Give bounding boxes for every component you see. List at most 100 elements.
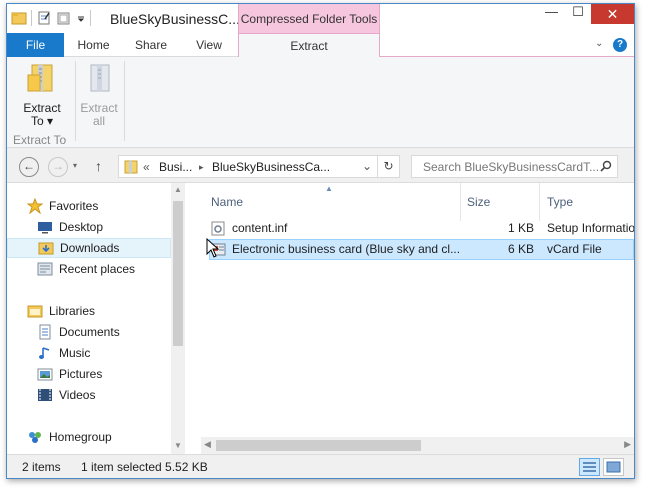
nav-label: Downloads: [60, 241, 120, 255]
file-row[interactable]: Electronic business card (Blue sky and c…: [209, 239, 634, 260]
context-tab-group-label: Compressed Folder Tools: [238, 4, 380, 34]
tab-share[interactable]: Share: [123, 33, 179, 57]
nav-label: Documents: [59, 325, 120, 339]
ribbon: Extract To ▾ Extract all Extract To: [7, 57, 634, 148]
recent-places-icon: [37, 262, 53, 276]
nav-videos[interactable]: Videos: [7, 385, 171, 405]
close-button[interactable]: ✕: [591, 4, 634, 24]
file-type: vCard File: [547, 242, 602, 256]
address-dropdown-icon[interactable]: ⌄: [362, 159, 372, 173]
setup-file-icon: [211, 221, 225, 236]
details-view-button[interactable]: [579, 458, 600, 476]
downloads-folder-icon: [38, 242, 54, 255]
file-list-scrollbar[interactable]: ◀ ▶: [201, 437, 634, 454]
column-header-type[interactable]: Type: [547, 183, 573, 221]
large-icons-view-button[interactable]: [603, 458, 624, 476]
search-icon: [600, 160, 612, 172]
ribbon-separator: [75, 61, 76, 141]
nav-desktop[interactable]: Desktop: [7, 217, 171, 237]
videos-icon: [38, 389, 52, 401]
navigation-pane-scrollbar[interactable]: ▲ ▼: [171, 183, 185, 455]
scrollbar-thumb[interactable]: [173, 201, 183, 346]
tab-home[interactable]: Home: [64, 33, 123, 57]
scroll-down-icon[interactable]: ▼: [174, 441, 182, 450]
toolbar-separator: [90, 10, 91, 26]
file-name: content.inf: [232, 221, 288, 235]
nav-label: Videos: [59, 388, 96, 402]
extract-all-label-2: all: [92, 114, 105, 128]
ribbon-group-label: Extract To: [13, 133, 67, 147]
extract-all-icon: [90, 64, 110, 92]
scrollbar-thumb[interactable]: [216, 440, 421, 451]
nav-label: Favorites: [49, 199, 99, 213]
nav-pictures[interactable]: Pictures: [7, 364, 171, 384]
status-bar: 2 items 1 item selected 5.52 KB: [7, 454, 634, 478]
selection-info: 1 item selected 5.52 KB: [81, 460, 208, 474]
file-size: 1 KB: [507, 221, 534, 235]
mouse-cursor-icon: [206, 238, 220, 258]
new-folder-icon[interactable]: [56, 10, 72, 26]
column-header-name[interactable]: Name: [211, 183, 243, 221]
recent-locations-icon[interactable]: ▾: [73, 161, 77, 170]
pictures-icon: [37, 368, 53, 381]
column-header-size[interactable]: Size: [467, 183, 490, 221]
scroll-up-icon[interactable]: ▲: [174, 185, 182, 194]
maximize-button[interactable]: ☐: [565, 4, 591, 24]
back-button[interactable]: ←: [19, 157, 39, 177]
nav-label: Music: [59, 346, 91, 360]
properties-icon[interactable]: [36, 10, 52, 26]
nav-downloads[interactable]: Downloads: [7, 238, 171, 258]
breadcrumb-item[interactable]: Busi...: [159, 160, 192, 174]
scroll-right-icon[interactable]: ▶: [624, 439, 631, 450]
content-area: Favorites Desktop Downloads Recent place…: [7, 182, 634, 455]
customize-toolbar-icon[interactable]: [76, 10, 86, 26]
nav-label: Pictures: [59, 367, 103, 381]
breadcrumb-overflow[interactable]: «: [143, 160, 150, 174]
music-icon: [39, 347, 50, 359]
details-view-icon: [583, 462, 596, 472]
refresh-button[interactable]: ↻: [378, 155, 400, 178]
breadcrumb-item[interactable]: BlueSkyBusinessCa...: [212, 160, 330, 174]
minimize-button[interactable]: —: [538, 4, 565, 24]
ribbon-separator: [124, 61, 125, 141]
nav-libraries[interactable]: Libraries: [7, 301, 171, 321]
tab-view[interactable]: View: [179, 33, 239, 57]
ribbon-collapse-icon[interactable]: ⌄: [595, 38, 603, 49]
homegroup-icon: [29, 432, 41, 443]
file-row[interactable]: content.inf 1 KB Setup Informatio: [201, 218, 634, 239]
window-title: BlueSkyBusinessC...: [110, 11, 240, 27]
help-icon[interactable]: ?: [613, 38, 627, 52]
desktop-icon: [38, 222, 52, 234]
nav-recent-places[interactable]: Recent places: [7, 259, 171, 279]
libraries-icon: [27, 305, 43, 318]
breadcrumb-arrow-icon[interactable]: ▸: [199, 162, 204, 173]
column-separator[interactable]: [460, 183, 461, 221]
up-button[interactable]: ↑: [95, 158, 102, 174]
search-input[interactable]: Search BlueSkyBusinessCardT...: [411, 155, 618, 178]
nav-documents[interactable]: Documents: [7, 322, 171, 342]
large-icons-view-icon: [606, 461, 621, 473]
navigation-bar: ← → ▾ ↑ « Busi... ▸ BlueSkyBusinessCa...…: [7, 149, 634, 182]
sort-ascending-icon: ▲: [325, 184, 333, 193]
file-type: Setup Informatio: [547, 221, 634, 235]
extract-to-label-2: To ▾: [30, 114, 54, 128]
column-separator[interactable]: [539, 183, 540, 221]
scroll-left-icon[interactable]: ◀: [204, 439, 211, 450]
address-bar[interactable]: « Busi... ▸ BlueSkyBusinessCa... ⌄: [118, 155, 378, 178]
title-bar: BlueSkyBusinessC... Compressed Folder To…: [7, 4, 634, 34]
item-count: 2 items: [22, 460, 61, 474]
nav-label: Desktop: [59, 220, 104, 234]
forward-button[interactable]: →: [48, 157, 68, 177]
search-placeholder: Search BlueSkyBusinessCardT...: [423, 160, 600, 174]
explorer-window: BlueSkyBusinessC... Compressed Folder To…: [6, 3, 635, 479]
navigation-pane: Favorites Desktop Downloads Recent place…: [7, 183, 185, 455]
nav-music[interactable]: Music: [7, 343, 171, 363]
explorer-app-icon[interactable]: [11, 10, 27, 26]
nav-favorites[interactable]: Favorites: [7, 196, 171, 216]
nav-label: Recent places: [59, 262, 136, 276]
tab-file[interactable]: File: [7, 33, 64, 57]
tab-extract[interactable]: Extract: [238, 33, 380, 58]
extract-all-button[interactable]: Extract all: [77, 61, 121, 128]
nav-homegroup[interactable]: Homegroup: [7, 427, 171, 447]
extract-to-button[interactable]: Extract To ▾: [15, 61, 69, 128]
